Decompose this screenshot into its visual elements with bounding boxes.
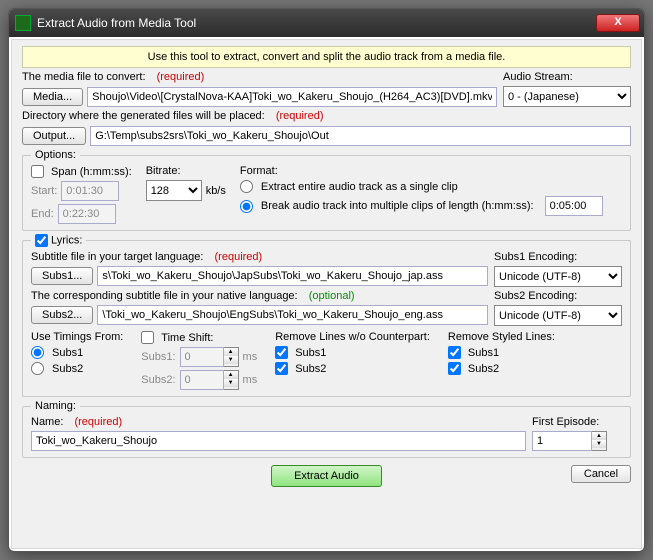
lyrics-group: Lyrics: Subtitle file in your target lan… <box>22 234 631 397</box>
subs1-button[interactable]: Subs1... <box>31 267 93 285</box>
timings-subs2-radio[interactable] <box>31 362 44 375</box>
naming-legend: Naming: <box>31 400 80 412</box>
format-label: Format: <box>240 165 603 177</box>
options-group: Options: Span (h:mm:ss): Start: End: Bit… <box>22 149 631 231</box>
subs1-label: Subtitle file in your target language: <box>31 251 203 263</box>
timings-subs1-radio[interactable] <box>31 346 44 359</box>
bitrate-unit: kb/s <box>206 185 226 197</box>
name-input[interactable] <box>31 431 526 451</box>
app-icon <box>15 15 31 31</box>
subs1-path-input[interactable] <box>97 266 488 286</box>
remove-label: Remove Lines w/o Counterpart: <box>275 331 430 343</box>
span-checkbox[interactable] <box>31 165 44 178</box>
styled-subs2-checkbox[interactable] <box>448 362 461 375</box>
name-label: Name: <box>31 416 63 428</box>
styled-label: Remove Styled Lines: <box>448 331 555 343</box>
up-icon: ▲ <box>224 348 238 356</box>
name-required: (required) <box>74 416 122 428</box>
format-single-label: Extract entire audio track as a single c… <box>261 181 458 193</box>
timeshift-checkbox[interactable] <box>141 331 154 344</box>
audio-stream-label: Audio Stream: <box>503 71 631 83</box>
up-icon: ▲ <box>224 371 238 379</box>
audio-stream-select[interactable]: 0 - (Japanese) <box>503 86 631 107</box>
naming-group: Naming: Name: (required) First Episode: … <box>22 400 631 458</box>
format-split-label: Break audio track into multiple clips of… <box>261 200 534 212</box>
span-end-label: End: <box>31 208 54 220</box>
subs2-encoding-select[interactable]: Unicode (UTF-8) <box>494 305 622 326</box>
titlebar: Extract Audio from Media Tool X <box>9 9 644 37</box>
window: Extract Audio from Media Tool X Use this… <box>8 8 645 552</box>
subs2-optional: (optional) <box>309 290 355 302</box>
cancel-button[interactable]: Cancel <box>571 465 631 483</box>
media-label: The media file to convert: <box>22 71 146 83</box>
output-required: (required) <box>276 110 324 122</box>
remove-subs1-checkbox[interactable] <box>275 346 288 359</box>
media-required: (required) <box>157 71 205 83</box>
lyrics-checkbox[interactable] <box>35 234 48 247</box>
client-area: Use this tool to extract, convert and sp… <box>11 39 642 549</box>
output-button[interactable]: Output... <box>22 127 86 145</box>
down-icon: ▼ <box>224 379 238 387</box>
span-start-input <box>61 181 119 201</box>
extract-audio-button[interactable]: Extract Audio <box>271 465 382 487</box>
media-path-input[interactable] <box>87 87 497 107</box>
span-end-input <box>58 204 116 224</box>
subs2-button[interactable]: Subs2... <box>31 306 93 324</box>
output-label: Directory where the generated files will… <box>22 110 265 122</box>
options-legend: Options: <box>31 149 80 161</box>
down-icon[interactable]: ▼ <box>592 440 606 448</box>
lyrics-legend: Lyrics: <box>51 234 82 246</box>
episode-label: First Episode: <box>532 416 622 428</box>
output-path-input[interactable] <box>90 126 631 146</box>
span-label: Span (h:mm:ss): <box>51 166 132 178</box>
up-icon[interactable]: ▲ <box>592 432 606 440</box>
close-button[interactable]: X <box>596 14 640 32</box>
subs2-encoding-label: Subs2 Encoding: <box>494 290 622 302</box>
bitrate-label: Bitrate: <box>146 165 226 177</box>
down-icon: ▼ <box>224 356 238 364</box>
window-title: Extract Audio from Media Tool <box>37 16 590 30</box>
bitrate-select[interactable]: 128 <box>146 180 202 201</box>
timeshift-subs2-input <box>180 370 224 390</box>
remove-subs2-checkbox[interactable] <box>275 362 288 375</box>
subs2-path-input[interactable] <box>97 305 488 325</box>
clip-length-input[interactable] <box>545 196 603 216</box>
format-single-radio[interactable] <box>240 180 253 193</box>
timings-label: Use Timings From: <box>31 331 123 343</box>
format-split-radio[interactable] <box>240 200 253 213</box>
info-banner: Use this tool to extract, convert and sp… <box>22 46 631 68</box>
span-start-label: Start: <box>31 185 57 197</box>
subs2-label: The corresponding subtitle file in your … <box>31 290 298 302</box>
episode-input[interactable] <box>532 431 592 451</box>
media-button[interactable]: Media... <box>22 88 83 106</box>
subs1-encoding-label: Subs1 Encoding: <box>494 251 622 263</box>
subs1-encoding-select[interactable]: Unicode (UTF-8) <box>494 266 622 287</box>
timeshift-subs1-input <box>180 347 224 367</box>
timeshift-label: Time Shift: <box>161 332 213 344</box>
subs1-required: (required) <box>215 251 263 263</box>
styled-subs1-checkbox[interactable] <box>448 346 461 359</box>
